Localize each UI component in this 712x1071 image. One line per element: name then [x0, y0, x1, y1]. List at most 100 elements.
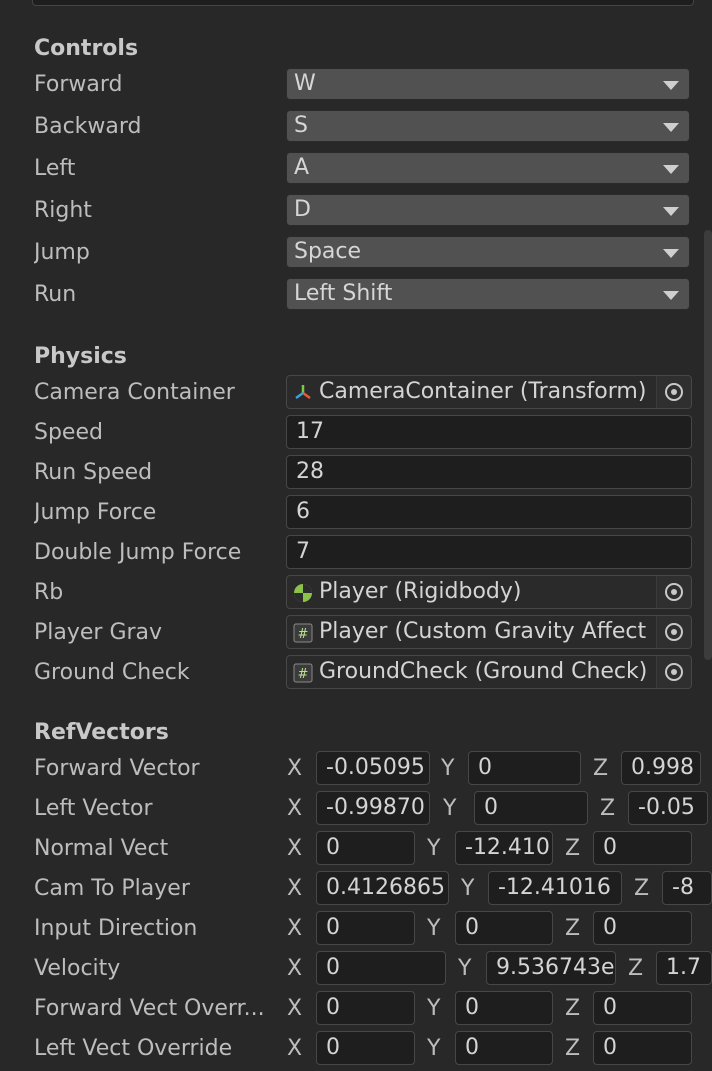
- run-label: Run: [34, 282, 77, 307]
- left-vect-override-y[interactable]: 0: [455, 1031, 553, 1065]
- jump-dropdown[interactable]: Space: [286, 236, 690, 268]
- speed-field[interactable]: 17: [286, 415, 692, 449]
- rb-value: Player (Rigidbody): [319, 579, 522, 604]
- left-vector-x[interactable]: -0.99870: [316, 791, 430, 825]
- z-axis-label: Z: [600, 796, 616, 821]
- controls-header: Controls: [34, 36, 139, 61]
- left-vector-z[interactable]: -0.05: [628, 791, 708, 825]
- value: 0: [465, 1035, 479, 1060]
- left-vect-override-z[interactable]: 0: [593, 1031, 692, 1065]
- left-dropdown[interactable]: A: [286, 152, 690, 184]
- run-value: Left Shift: [294, 281, 393, 306]
- object-picker-button[interactable]: [656, 376, 691, 408]
- y-axis-label: Y: [427, 1036, 441, 1061]
- forward-vect-override-z[interactable]: 0: [593, 991, 692, 1025]
- x-axis-label: X: [287, 836, 303, 861]
- player-grav-value: Player (Custom Gravity Affect: [319, 619, 647, 644]
- forward-vector-z[interactable]: 0.998: [621, 751, 701, 785]
- y-axis-label: Y: [461, 876, 475, 901]
- z-axis-label: Z: [565, 1036, 581, 1061]
- value: 0: [478, 755, 492, 780]
- left-label: Left: [34, 156, 76, 181]
- physics-header: Physics: [34, 344, 127, 369]
- value: -0.99870: [326, 795, 425, 820]
- previous-field: [32, 0, 694, 6]
- value: -0.05095: [326, 755, 425, 780]
- z-axis-label: Z: [634, 876, 650, 901]
- value: 9.536743e: [496, 955, 615, 980]
- value: 0.4126865: [326, 875, 445, 900]
- forward-vect-override-x[interactable]: 0: [316, 991, 415, 1025]
- forward-vector-x[interactable]: -0.05095: [316, 751, 430, 785]
- value: -12.41016: [498, 875, 611, 900]
- object-picker-button[interactable]: [656, 616, 691, 648]
- forward-dropdown[interactable]: W: [286, 68, 690, 100]
- input-direction-y[interactable]: 0: [455, 911, 553, 945]
- object-picker-button[interactable]: [656, 576, 691, 608]
- script-icon: #: [293, 623, 313, 643]
- chevron-down-icon: [663, 123, 679, 132]
- refvectors-header: RefVectors: [34, 720, 169, 745]
- y-axis-label: Y: [427, 836, 441, 861]
- z-axis-label: Z: [565, 996, 581, 1021]
- value: 0: [465, 915, 479, 940]
- camera-container-value: CameraContainer (Transform): [319, 379, 647, 404]
- y-axis-label: Y: [458, 956, 472, 981]
- cam-to-player-y[interactable]: -12.41016: [488, 871, 622, 905]
- camera-container-label: Camera Container: [34, 380, 235, 405]
- normal-vect-z[interactable]: 0: [593, 831, 692, 865]
- chevron-down-icon: [663, 81, 679, 90]
- forward-vector-y[interactable]: 0: [468, 751, 581, 785]
- double-jump-force-value: 7: [296, 539, 310, 564]
- jump-label: Jump: [34, 240, 90, 265]
- normal-vect-y[interactable]: -12.410: [455, 831, 553, 865]
- run-dropdown[interactable]: Left Shift: [286, 278, 690, 310]
- normal-vect-label: Normal Vect: [34, 836, 169, 861]
- value: 0: [484, 795, 498, 820]
- x-axis-label: X: [287, 756, 303, 781]
- right-label: Right: [34, 198, 92, 223]
- chevron-down-icon: [663, 249, 679, 258]
- right-value: D: [294, 197, 311, 222]
- jump-force-field[interactable]: 6: [286, 495, 692, 529]
- run-speed-field[interactable]: 28: [286, 455, 692, 489]
- x-axis-label: X: [287, 796, 303, 821]
- left-vect-override-x[interactable]: 0: [316, 1031, 415, 1065]
- left-vector-y[interactable]: 0: [474, 791, 588, 825]
- velocity-x[interactable]: 0: [316, 951, 446, 985]
- double-jump-force-field[interactable]: 7: [286, 535, 692, 569]
- z-axis-label: Z: [565, 836, 581, 861]
- velocity-z[interactable]: 1.7: [656, 951, 712, 985]
- value: -8: [672, 875, 694, 900]
- speed-value: 17: [296, 419, 324, 444]
- y-axis-label: Y: [427, 916, 441, 941]
- velocity-y[interactable]: 9.536743e: [486, 951, 616, 985]
- chevron-down-icon: [663, 291, 679, 300]
- player-grav-label: Player Grav: [34, 620, 163, 645]
- vertical-scrollbar[interactable]: [704, 230, 712, 660]
- x-axis-label: X: [287, 956, 303, 981]
- input-direction-z[interactable]: 0: [593, 911, 692, 945]
- left-vector-label: Left Vector: [34, 796, 153, 821]
- run-speed-label: Run Speed: [34, 460, 153, 485]
- player-grav-field[interactable]: # Player (Custom Gravity Affect: [286, 615, 692, 649]
- ground-check-field[interactable]: # GroundCheck (Ground Check): [286, 655, 692, 689]
- rb-field[interactable]: Player (Rigidbody): [286, 575, 692, 609]
- transform-icon: [293, 383, 313, 403]
- camera-container-field[interactable]: CameraContainer (Transform): [286, 375, 692, 409]
- value: 0: [326, 955, 340, 980]
- right-dropdown[interactable]: D: [286, 194, 690, 226]
- object-picker-button[interactable]: [656, 656, 691, 688]
- forward-vector-label: Forward Vector: [34, 756, 200, 781]
- cam-to-player-z[interactable]: -8: [662, 871, 712, 905]
- forward-vect-override-y[interactable]: 0: [455, 991, 553, 1025]
- y-axis-label: Y: [443, 796, 457, 821]
- cam-to-player-x[interactable]: 0.4126865: [316, 871, 449, 905]
- forward-value: W: [294, 71, 316, 96]
- x-axis-label: X: [287, 916, 303, 941]
- input-direction-x[interactable]: 0: [316, 911, 415, 945]
- normal-vect-x[interactable]: 0: [316, 831, 415, 865]
- value: -0.05: [638, 795, 695, 820]
- value: 0: [326, 835, 340, 860]
- backward-dropdown[interactable]: S: [286, 110, 690, 142]
